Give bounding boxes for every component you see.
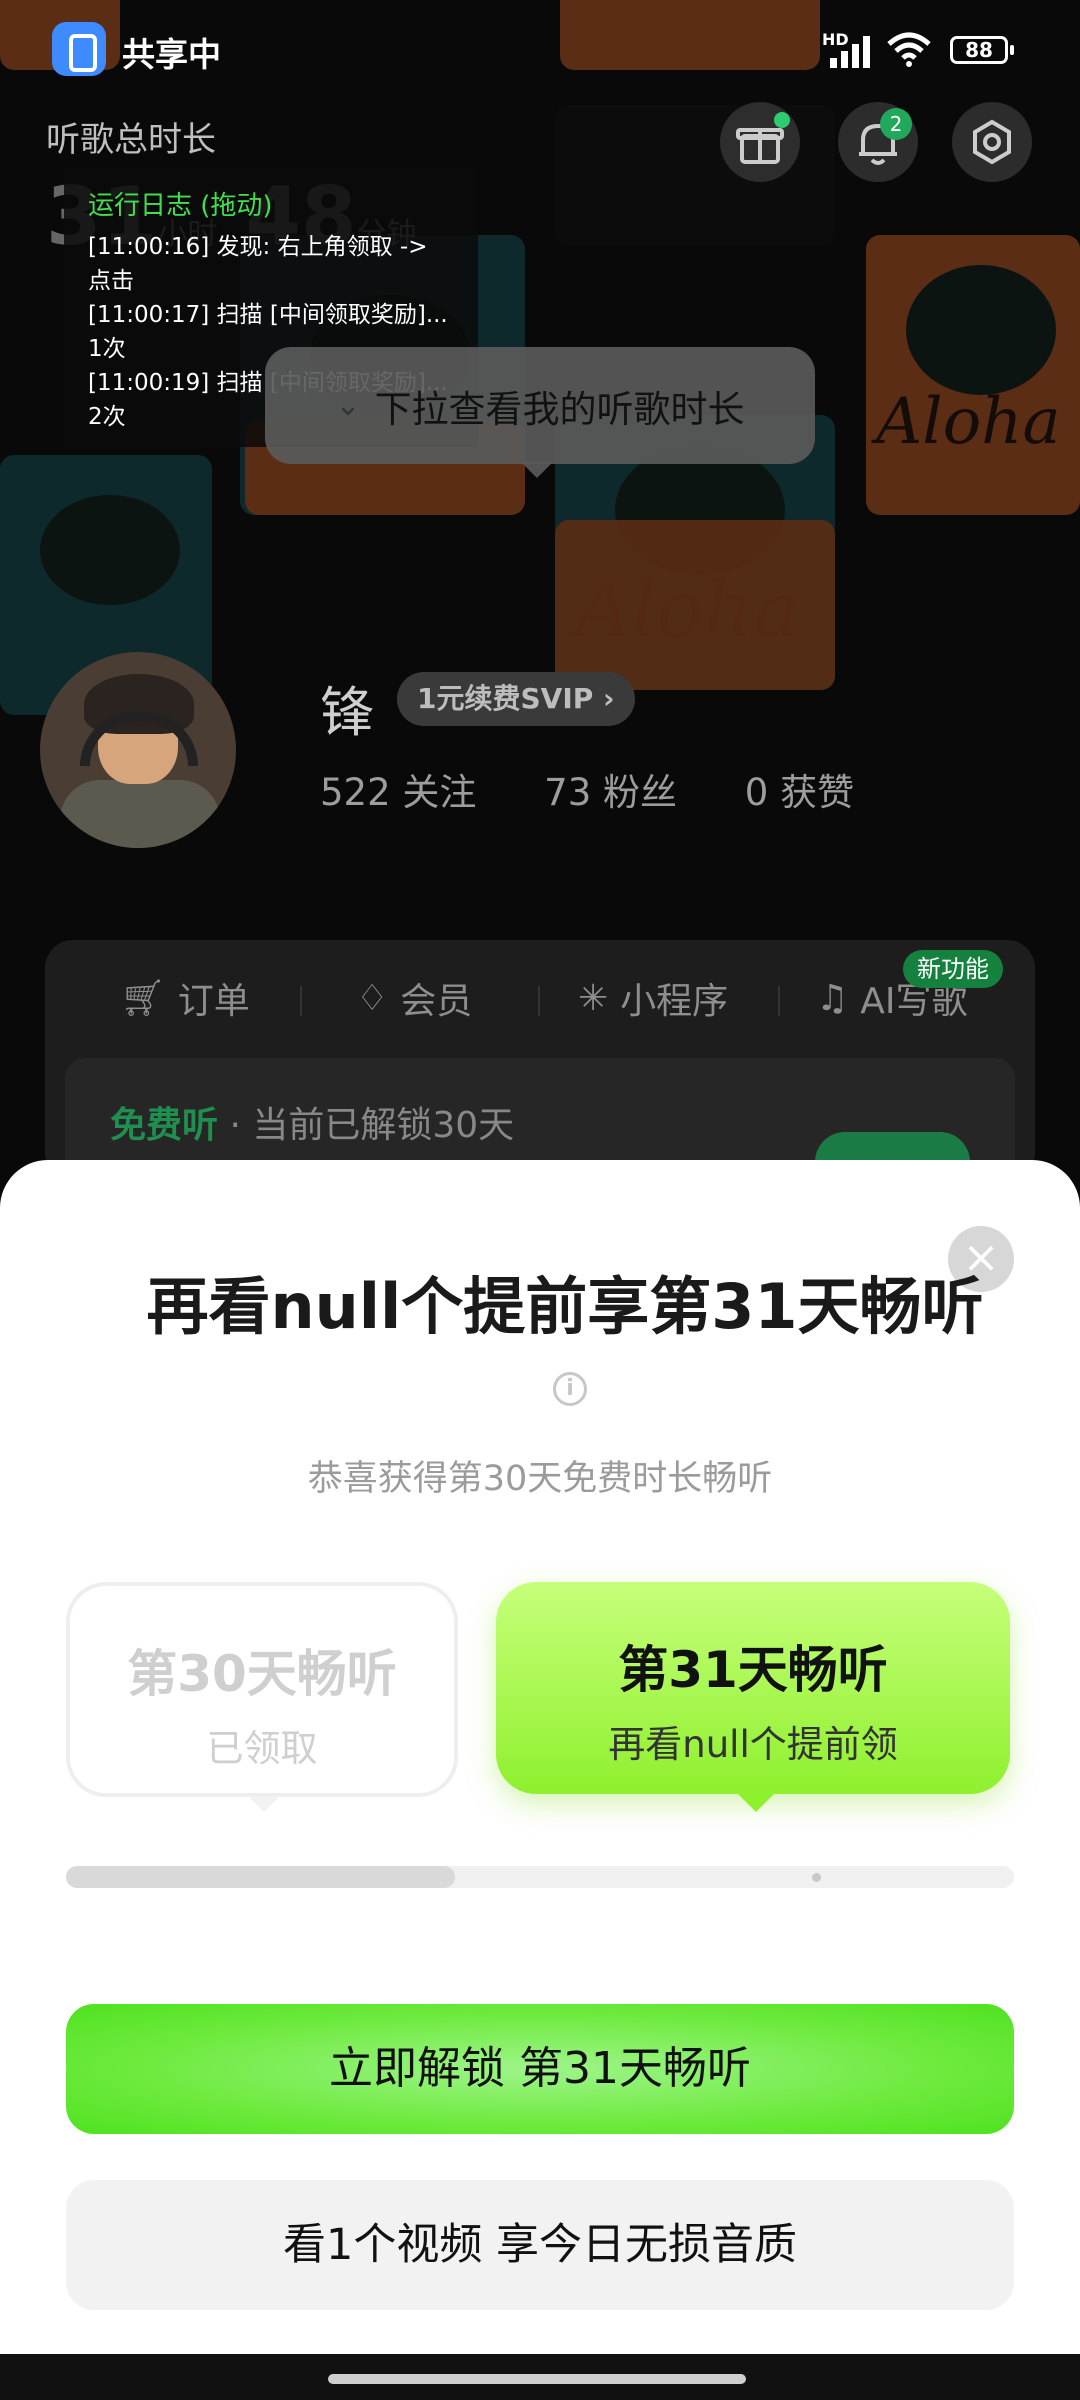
menu-divider xyxy=(300,986,302,1016)
wifi-icon xyxy=(885,30,933,76)
share-status-label: 共享中 xyxy=(122,35,221,74)
progress-marker xyxy=(812,1873,821,1882)
option-pointer xyxy=(736,1792,776,1812)
diamond-icon: ♢ xyxy=(356,977,389,1019)
option-pointer xyxy=(248,1796,280,1812)
menu-item-orders[interactable]: 🛒︎ 订单 xyxy=(120,972,250,1024)
unlock-now-button[interactable]: 立即解锁 第31天畅听 xyxy=(66,2004,1014,2134)
free-listen-desc: 当前已解锁30天 xyxy=(252,1105,515,1146)
signal-icon xyxy=(830,36,874,76)
option-title: 第30天畅听 xyxy=(127,1645,397,1703)
user-stats: 522 关注 73 粉丝 0 获赞 xyxy=(320,762,910,816)
unlock-progress-bar xyxy=(66,1866,1014,1888)
congrats-text: 恭喜获得第30天免费时长畅听 xyxy=(307,1459,773,1499)
option-subtitle: 已领取 xyxy=(206,1727,318,1770)
free-listen-text: 免费听 · 当前已解锁30天 xyxy=(110,1105,515,1146)
status-bar: 共享中 HD 88 xyxy=(0,0,1080,100)
music-ai-icon: ♫ xyxy=(816,977,849,1019)
svip-renew-button[interactable]: 1元续费SVIP › xyxy=(397,672,635,726)
progress-fill xyxy=(66,1866,455,1888)
menu-divider xyxy=(538,986,540,1016)
gift-dot-indicator xyxy=(774,112,790,128)
run-log-title: 运行日志 (拖动) xyxy=(88,191,273,221)
menu-item-label: 会员 xyxy=(400,981,473,1022)
new-feature-badge: 新功能 xyxy=(903,950,1003,988)
menu-item-label: 小程序 xyxy=(620,981,729,1022)
chevron-right-icon: › xyxy=(603,682,615,715)
home-indicator[interactable] xyxy=(328,2374,746,2384)
pull-down-tooltip[interactable]: ⌄ 下拉查看我的听歌时长 xyxy=(265,347,815,478)
menu-item-membership[interactable]: ♢ 会员 xyxy=(356,972,472,1024)
battery-icon: 88 xyxy=(950,36,1014,64)
option-title: 第31天畅听 xyxy=(618,1641,888,1699)
sparkle-icon: ✳ xyxy=(578,977,609,1019)
likes-count[interactable]: 0 获赞 xyxy=(745,771,854,814)
info-icon[interactable]: i xyxy=(553,1372,587,1406)
listen-time-title: 听歌总时长 xyxy=(46,120,216,160)
watch-video-button[interactable]: 看1个视频 享今日无损音质 xyxy=(66,2180,1014,2310)
svip-renew-label: 1元续费SVIP xyxy=(417,682,594,715)
day-30-option[interactable]: 第30天畅听 已领取 xyxy=(66,1582,458,1797)
tooltip-text: 下拉查看我的听歌时长 xyxy=(374,387,745,431)
user-name: 锋 xyxy=(320,681,374,744)
run-log-line: [11:00:16] 发现: 右上角领取 -> 点击 xyxy=(88,234,428,294)
menu-item-label: 订单 xyxy=(177,981,250,1022)
followers-count[interactable]: 73 粉丝 xyxy=(544,771,677,814)
notification-count-badge: 2 xyxy=(880,108,912,140)
settings-icon xyxy=(973,119,1011,165)
chevron-down-icon: ⌄ xyxy=(335,388,361,423)
settings-button[interactable] xyxy=(952,102,1032,182)
following-count[interactable]: 522 关注 xyxy=(320,771,476,814)
cart-icon: 🛒︎ xyxy=(120,978,166,1019)
day-31-option[interactable]: 第31天畅听 再看null个提前领 xyxy=(496,1582,1010,1794)
screen-share-icon[interactable] xyxy=(52,22,106,76)
free-listen-title: 免费听 xyxy=(110,1105,219,1146)
avatar[interactable] xyxy=(40,652,236,848)
sheet-title: 再看null个提前享第31天畅听 xyxy=(146,1270,984,1343)
option-subtitle: 再看null个提前领 xyxy=(608,1723,898,1766)
menu-item-mini-programs[interactable]: ✳ 小程序 xyxy=(578,972,728,1024)
menu-divider xyxy=(778,986,780,1016)
